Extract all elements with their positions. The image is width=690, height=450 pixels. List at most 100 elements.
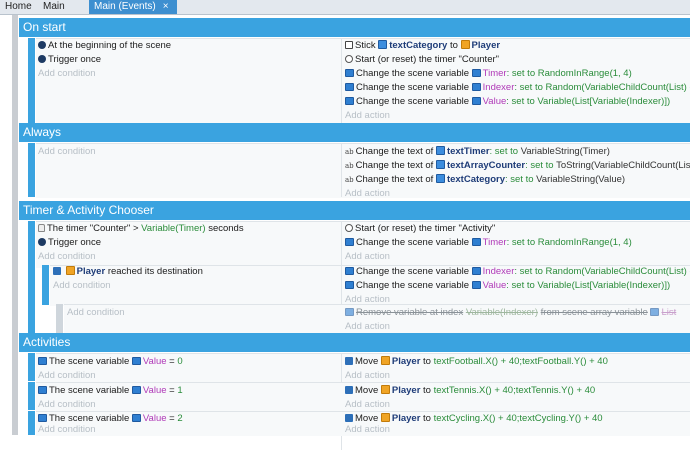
move-icon [345, 357, 353, 365]
variable-icon [131, 414, 141, 422]
variable-icon [345, 308, 354, 316]
tab-main-events[interactable]: Main (Events) × [89, 0, 177, 14]
condition-trigger-once[interactable]: Trigger once [38, 53, 101, 66]
group-header-activities[interactable]: Activities [19, 333, 690, 352]
variable-icon [471, 97, 481, 105]
text-icon: ab [345, 148, 354, 156]
variable-icon [471, 69, 481, 77]
condition-action-divider [341, 143, 342, 197]
player-object-icon [380, 356, 390, 365]
action-start-timer-counter[interactable]: Start (or reset) the timer "Counter" [345, 53, 499, 66]
event-handle[interactable] [28, 38, 35, 130]
text-icon: ab [345, 176, 354, 184]
event-sheet-gutter [12, 15, 18, 435]
add-action-button[interactable]: Add action [345, 369, 390, 382]
condition-value-equals[interactable]: The scene variable Value = 0 [38, 355, 183, 368]
event-handle[interactable] [28, 221, 35, 339]
action-set-text-array-counter[interactable]: ab Change the text of textArrayCounter: s… [345, 159, 690, 172]
player-object-icon [460, 40, 470, 49]
info-icon [38, 238, 46, 246]
variable-icon [131, 386, 141, 394]
text-object-icon [435, 160, 445, 169]
variable-icon [345, 83, 354, 91]
action-set-timer[interactable]: Change the scene variable Timer: set to … [345, 67, 632, 80]
add-action-button[interactable]: Add action [345, 320, 390, 333]
action-set-indexer[interactable]: Change the scene variable Indexer: set t… [345, 265, 690, 278]
player-object-icon [380, 385, 390, 394]
action-move-player[interactable]: Move Player to textTennis.X() + 40;textT… [345, 384, 595, 397]
variable-icon [345, 69, 354, 77]
action-start-timer-activity[interactable]: Start (or reset) the timer "Activity" [345, 222, 495, 235]
variable-icon [345, 281, 354, 289]
player-object-icon [65, 266, 75, 275]
condition-player-reached-destination[interactable]: Player reached its destination [53, 265, 203, 278]
move-icon [345, 386, 353, 394]
add-condition-button[interactable]: Add condition [38, 369, 96, 382]
group-header-on-start[interactable]: On start [19, 18, 690, 37]
add-condition-button[interactable]: Add condition [53, 279, 111, 292]
event-handle[interactable] [28, 382, 35, 410]
action-set-timer[interactable]: Change the scene variable Timer: set to … [345, 236, 632, 249]
variable-icon [38, 414, 47, 422]
info-icon [38, 55, 46, 63]
condition-trigger-once[interactable]: Trigger once [38, 236, 101, 249]
text-object-icon [435, 174, 445, 183]
condition-timer-counter[interactable]: The timer "Counter" > Variable(Timer) se… [38, 222, 244, 235]
close-tab-icon[interactable]: × [163, 1, 169, 12]
stick-icon [345, 41, 353, 49]
add-action-button[interactable]: Add action [345, 109, 390, 122]
tab-home[interactable]: Home [0, 0, 38, 14]
condition-beginning-of-scene[interactable]: At the beginning of the scene [38, 39, 171, 52]
add-action-button[interactable]: Add action [345, 187, 390, 200]
variable-icon [471, 238, 481, 246]
variable-icon [131, 357, 141, 365]
action-remove-variable-disabled[interactable]: Remove variable at index Variable(Indexe… [345, 306, 676, 319]
variable-icon [471, 281, 481, 289]
variable-icon [345, 97, 354, 105]
variable-icon [471, 83, 481, 91]
add-condition-button[interactable]: Add condition [38, 398, 96, 411]
add-condition-button[interactable]: Add condition [38, 67, 96, 80]
condition-action-divider [341, 265, 342, 305]
event-handle[interactable] [28, 143, 35, 197]
action-set-text-category[interactable]: ab Change the text of textCategory: set t… [345, 173, 625, 186]
add-condition-button[interactable]: Add condition [38, 145, 96, 158]
action-set-value[interactable]: Change the scene variable Value: set to … [345, 95, 670, 108]
tab-bar: Home Main Main (Events) × [0, 0, 690, 15]
group-header-always[interactable]: Always [19, 123, 690, 142]
sub-event-handle[interactable] [42, 265, 49, 305]
group-header-timer-activity-chooser[interactable]: Timer & Activity Chooser [19, 201, 690, 220]
variable-icon [38, 357, 47, 365]
action-set-text-timer[interactable]: ab Change the text of textTimer: set to V… [345, 145, 610, 158]
variable-icon [345, 238, 354, 246]
action-set-value[interactable]: Change the scene variable Value: set to … [345, 279, 670, 292]
condition-action-divider [341, 38, 342, 130]
tab-main[interactable]: Main [38, 0, 81, 14]
add-condition-button[interactable]: Add condition [38, 423, 96, 436]
variable-icon [38, 386, 47, 394]
action-move-player[interactable]: Move Player to textFootball.X() + 40;tex… [345, 355, 608, 368]
event-handle[interactable] [28, 353, 35, 381]
add-action-button[interactable]: Add action [345, 398, 390, 411]
events-sheet: On start At the beginning of the scene T… [0, 15, 690, 450]
variable-icon [650, 308, 660, 316]
event-handle[interactable] [28, 411, 35, 435]
move-icon [53, 267, 61, 275]
add-condition-button[interactable]: Add condition [67, 306, 125, 319]
add-action-button[interactable]: Add action [345, 423, 390, 436]
timer-icon [345, 55, 353, 63]
condition-value-equals[interactable]: The scene variable Value = 1 [38, 384, 183, 397]
player-object-icon [380, 413, 390, 422]
action-stick[interactable]: Stick textCategory to Player [345, 39, 500, 52]
globe-icon [38, 41, 46, 49]
text-icon: ab [345, 162, 354, 170]
action-set-indexer[interactable]: Change the scene variable Indexer: set t… [345, 81, 690, 94]
text-object-icon [435, 146, 445, 155]
text-object-icon [378, 40, 388, 49]
add-condition-button[interactable]: Add condition [38, 250, 96, 263]
variable-icon [345, 267, 354, 275]
timer-icon [345, 224, 353, 232]
move-icon [345, 414, 353, 422]
add-action-button[interactable]: Add action [345, 250, 390, 263]
variable-icon [471, 267, 481, 275]
